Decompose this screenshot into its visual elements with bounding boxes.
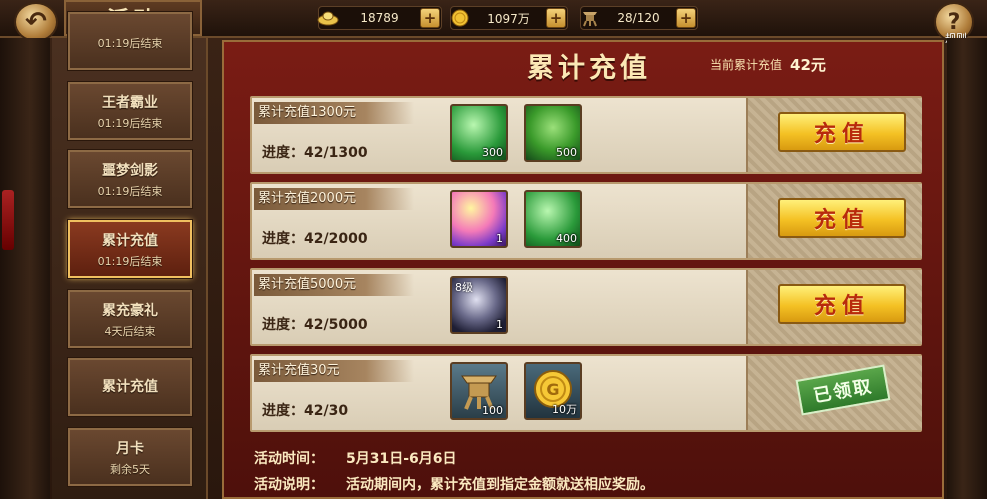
gold-coin-icon — [449, 7, 471, 29]
reward-tier-label: 累计充值5000元 — [254, 274, 414, 296]
reward-tier-label: 累计充值1300元 — [254, 102, 414, 124]
red-tassel-decoration — [2, 190, 14, 250]
reward-progress: 进度：42/1300 — [262, 145, 368, 161]
green-gem-icon[interactable]: 400 — [524, 190, 582, 248]
tab-time: 01:19后结束 — [97, 116, 163, 130]
activity-sidebar: 01:19后结束 王者霸业 01:19后结束 噩梦剑影 01:19后结束 累计充… — [52, 11, 208, 499]
add-vessel-button[interactable]: + — [676, 8, 696, 28]
tab-time: 4天后结束 — [104, 324, 156, 338]
vessel-icon — [579, 7, 601, 29]
activity-desc-label: 活动说明： — [254, 477, 324, 493]
reward-row: 累计充值1300元 进度：42/1300 300 500 充值 — [250, 96, 922, 174]
gold-resource: 1097万 + — [450, 6, 568, 30]
ingot-value: 18789 — [360, 11, 399, 25]
back-arrow-icon[interactable]: ↶ — [14, 2, 58, 42]
tab-name: 月卡 — [116, 440, 144, 457]
reward-progress: 进度：42/30 — [262, 403, 349, 419]
item-level: 8级 — [455, 281, 473, 294]
item-count: 300 — [482, 146, 503, 159]
rainbow-egg-icon[interactable]: 1 — [450, 190, 508, 248]
tab-name: 累充豪礼 — [102, 302, 158, 319]
ingot-resource: 18789 + — [317, 6, 442, 30]
ingot-icon — [317, 7, 339, 29]
recharge-button[interactable]: 充值 — [778, 284, 906, 324]
recharge-panel: 累计充值 当前累计充值 42元 累计充值1300元 进度：42/1300 300… — [222, 40, 944, 499]
sidebar-tab-monthcard[interactable]: 月卡 剩余5天 — [67, 427, 193, 487]
gold-value: 1097万 — [487, 11, 530, 26]
gold-coin-icon[interactable]: G 10万 — [524, 362, 582, 420]
right-pillar-decoration — [947, 38, 987, 499]
add-ingot-button[interactable]: + — [420, 8, 440, 28]
current-recharge-label: 当前累计充值 — [710, 57, 783, 72]
item-count: 1 — [496, 232, 503, 245]
activity-time-label: 活动时间： — [254, 451, 324, 467]
item-count: 100 — [482, 404, 503, 417]
green-pouch-icon[interactable]: 500 — [524, 104, 582, 162]
activity-desc-line: 活动说明： 活动期间内，累计充值到指定金额就送相应奖励。 — [254, 474, 654, 494]
panel-title: 累计充值 — [527, 52, 651, 84]
reward-row: 累计充值2000元 进度：42/2000 1 400 充值 — [250, 182, 922, 260]
sidebar-tab-recharge-active[interactable]: 累计充值 01:19后结束 — [67, 219, 193, 279]
item-count: 10万 — [552, 403, 577, 416]
tab-time: 01:19后结束 — [97, 184, 163, 198]
reward-progress: 进度：42/2000 — [262, 231, 368, 247]
current-recharge-amount: 42元 — [790, 55, 826, 74]
vessel-value: 28/120 — [617, 11, 660, 25]
tab-name: 王者霸业 — [102, 94, 158, 111]
sidebar-tab-wangzhe[interactable]: 王者霸业 01:19后结束 — [67, 81, 193, 141]
reward-tier-label: 累计充值2000元 — [254, 188, 414, 210]
activity-desc-value: 活动期间内，累计充值到指定金额就送相应奖励。 — [346, 477, 654, 493]
activity-time-line: 活动时间： 5月31日-6月6日 — [254, 448, 457, 468]
vessel-resource: 28/120 + — [580, 6, 698, 30]
tab-name: 累计充值 — [102, 378, 158, 395]
sidebar-tab-emeng[interactable]: 噩梦剑影 01:19后结束 — [67, 149, 193, 209]
add-gold-button[interactable]: + — [546, 8, 566, 28]
reward-row: 累计充值30元 进度：42/30 100 G 10万 已领取 — [250, 354, 922, 432]
item-count: 400 — [556, 232, 577, 245]
activity-time-value: 5月31日-6月6日 — [346, 451, 457, 467]
reward-tier-label: 累计充值30元 — [254, 360, 414, 382]
tab-time: 01:19后结束 — [97, 254, 163, 268]
left-pillar-decoration — [0, 38, 50, 499]
svg-text:G: G — [546, 380, 559, 399]
tab-name: 噩梦剑影 — [102, 162, 158, 179]
sidebar-tab-recharge-2[interactable]: 累计充值 — [67, 357, 193, 417]
tab-name: 累计充值 — [102, 232, 158, 249]
current-recharge: 当前累计充值 42元 — [710, 52, 930, 76]
item-count: 500 — [556, 146, 577, 159]
tab-time: 剩余5天 — [110, 462, 150, 476]
reward-progress: 进度：42/5000 — [262, 317, 368, 333]
tab-time: 01:19后结束 — [97, 36, 163, 50]
sidebar-tab-leichong[interactable]: 累充豪礼 4天后结束 — [67, 289, 193, 349]
green-gem-icon[interactable]: 300 — [450, 104, 508, 162]
dark-crystal-icon[interactable]: 8级 1 — [450, 276, 508, 334]
reward-row: 累计充值5000元 进度：42/5000 8级 1 充值 — [250, 268, 922, 346]
bronze-vessel-icon[interactable]: 100 — [450, 362, 508, 420]
recharge-button[interactable]: 充值 — [778, 198, 906, 238]
sidebar-tab-0[interactable]: 01:19后结束 — [67, 11, 193, 71]
recharge-button[interactable]: 充值 — [778, 112, 906, 152]
item-count: 1 — [496, 318, 503, 331]
